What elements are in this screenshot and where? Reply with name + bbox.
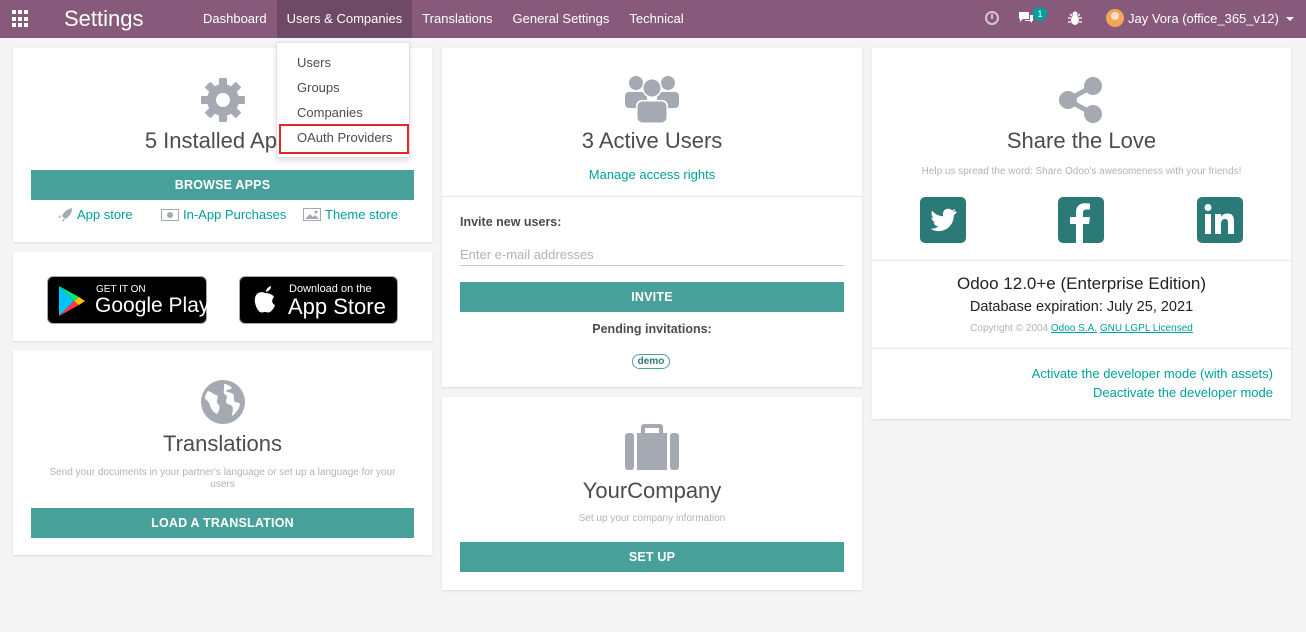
- facebook-icon: [1070, 203, 1090, 243]
- manage-access-rights-link[interactable]: Manage access rights: [442, 167, 862, 182]
- users-companies-dropdown: Users Groups Companies OAuth Providers: [276, 42, 410, 158]
- linkedin-icon: [1204, 204, 1234, 234]
- twitter-icon: [930, 208, 957, 232]
- load-translation-button[interactable]: LOAD A TRANSLATION: [31, 508, 414, 538]
- menu-translations[interactable]: Translations: [412, 0, 502, 38]
- database-expiration: Database expiration: July 25, 2021: [969, 299, 1194, 315]
- invite-email-input[interactable]: [460, 244, 844, 266]
- highlight-box: [279, 124, 409, 154]
- copyright-text: Copyright © 2004: [970, 323, 1049, 334]
- odoo-sa-link[interactable]: Odoo S.A.: [1051, 323, 1097, 334]
- rocket-icon: [58, 207, 72, 222]
- theme-store-link[interactable]: Theme store: [303, 207, 398, 222]
- apple-icon: [254, 286, 275, 313]
- briefcase-icon: [625, 424, 679, 470]
- debug-bug-icon[interactable]: [1068, 10, 1082, 26]
- translations-description: Send your documents in your partner's la…: [49, 467, 396, 490]
- globe-icon: [201, 380, 245, 424]
- share-icon: [1059, 77, 1102, 123]
- picture-icon: [303, 208, 321, 221]
- activate-developer-mode-assets-link[interactable]: Activate the developer mode (with assets…: [1032, 366, 1273, 381]
- invite-button[interactable]: INVITE: [460, 282, 844, 312]
- invite-label: Invite new users:: [460, 215, 562, 229]
- twitter-share-button[interactable]: [920, 197, 966, 243]
- dropdown-item-users[interactable]: Users: [297, 55, 331, 70]
- company-description: Set up your company information: [578, 513, 726, 524]
- translations-card: Translations Send your documents in your…: [13, 350, 432, 555]
- menu-dashboard[interactable]: Dashboard: [193, 0, 277, 38]
- company-title: YourCompany: [582, 478, 722, 503]
- share-title: Share the Love: [1006, 128, 1157, 153]
- users-card: 3 Active Users Manage access rights Invi…: [442, 48, 862, 387]
- main-menu: Dashboard Users & Companies Translations…: [193, 0, 694, 38]
- menu-general-settings[interactable]: General Settings: [503, 0, 620, 38]
- store-badges-card: GET IT ON Google Play Download on the Ap…: [13, 252, 432, 341]
- money-icon: [161, 208, 179, 221]
- google-play-icon: [59, 286, 85, 316]
- company-card: YourCompany Set up your company informat…: [442, 397, 862, 590]
- activity-clock-icon[interactable]: [985, 11, 999, 25]
- menu-technical[interactable]: Technical: [619, 0, 693, 38]
- app-store-badge[interactable]: Download on the App Store: [239, 276, 398, 324]
- user-menu-caret-icon[interactable]: [1286, 17, 1294, 21]
- active-users-title: 3 Active Users: [581, 128, 723, 153]
- facebook-share-button[interactable]: [1058, 197, 1104, 243]
- set-up-company-button[interactable]: SET UP: [460, 542, 844, 572]
- app-store-link[interactable]: App store: [58, 207, 133, 222]
- pending-invitations-label: Pending invitations:: [592, 322, 712, 336]
- odoo-version: Odoo 12.0+e (Enterprise Edition): [956, 274, 1206, 293]
- divider: [872, 348, 1291, 349]
- app-brand[interactable]: Settings: [64, 6, 144, 32]
- apps-menu-icon[interactable]: [12, 10, 30, 28]
- users-group-icon: [625, 76, 679, 123]
- in-app-purchases-link[interactable]: In-App Purchases: [161, 207, 286, 222]
- browse-apps-button[interactable]: BROWSE APPS: [31, 170, 414, 200]
- top-navbar: Settings Dashboard Users & Companies Tra…: [0, 0, 1306, 38]
- linkedin-share-button[interactable]: [1197, 197, 1243, 243]
- divider: [872, 260, 1291, 261]
- chat-count-badge: 1: [1033, 7, 1047, 21]
- dropdown-item-companies[interactable]: Companies: [297, 105, 363, 120]
- chat-icon[interactable]: [1018, 11, 1034, 24]
- share-description: Help us spread the word: Share Odoo's aw…: [921, 166, 1242, 177]
- divider: [442, 196, 862, 197]
- copyright-line: Copyright © 2004 Odoo S.A. GNU LGPL Lice…: [872, 323, 1291, 334]
- pending-invitation-tag[interactable]: demo: [632, 354, 670, 369]
- license-link[interactable]: GNU LGPL Licensed: [1100, 323, 1193, 334]
- gear-icon: [201, 78, 245, 122]
- translations-title: Translations: [162, 431, 282, 456]
- dropdown-item-groups[interactable]: Groups: [297, 80, 340, 95]
- user-menu-name[interactable]: Jay Vora (office_365_v12): [1128, 11, 1279, 26]
- user-avatar[interactable]: [1106, 9, 1124, 27]
- share-card: Share the Love Help us spread the word: …: [872, 48, 1291, 419]
- google-play-badge[interactable]: GET IT ON Google Play: [47, 276, 209, 324]
- deactivate-developer-mode-link[interactable]: Deactivate the developer mode: [1093, 385, 1273, 400]
- menu-users-companies[interactable]: Users & Companies: [276, 0, 413, 38]
